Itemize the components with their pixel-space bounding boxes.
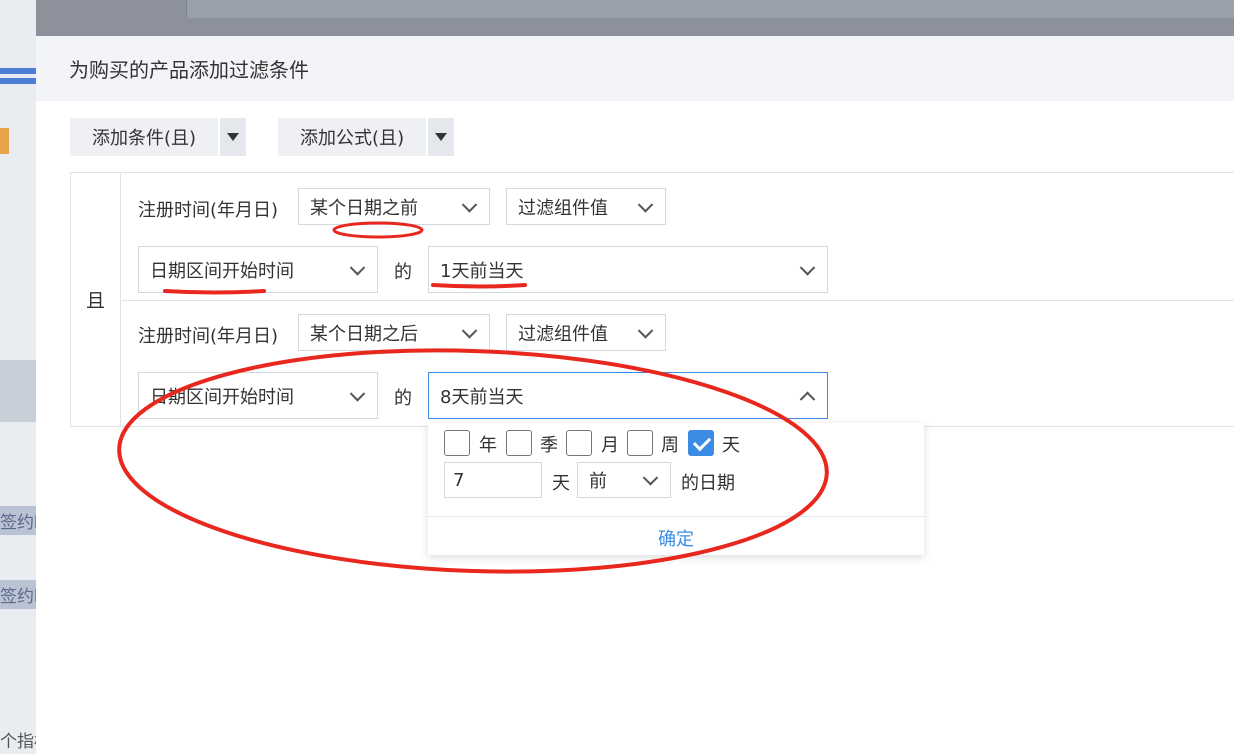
add-formula-button[interactable]: 添加公式(且) [278, 118, 427, 156]
direction-value: 前 [589, 471, 607, 492]
amount-input[interactable] [444, 462, 542, 498]
chevron-down-icon [637, 196, 654, 213]
chevron-down-icon [461, 196, 478, 213]
chevron-down-icon [799, 259, 816, 276]
condition-2-offset-value: 8天前当天 [440, 386, 524, 408]
chevron-down-icon [642, 470, 659, 486]
dialog-toolbar: 添加条件(且) 添加公式(且) [70, 118, 486, 156]
chevron-down-icon [637, 322, 654, 339]
background-top [36, 0, 1234, 36]
unit-week-label: 周 [661, 435, 679, 456]
condition-2-field[interactable]: 注册时间(年月日) [138, 322, 278, 348]
unit-year-checkbox[interactable] [444, 430, 470, 456]
chevron-up-icon [799, 391, 816, 407]
condition-1-of-label: 的 [394, 262, 412, 283]
bg-label: 签约时 [0, 580, 36, 609]
add-formula-split-button: 添加公式(且) [278, 118, 455, 156]
date-suffix-label: 的日期 [681, 473, 735, 494]
bg-row [0, 360, 36, 422]
amount-unit-label: 天 [552, 473, 570, 494]
condition-1-value-type-value: 过滤组件值 [518, 197, 608, 219]
unit-month-label: 月 [601, 435, 619, 456]
chevron-down-icon [349, 385, 366, 402]
bg-label: 签约时 [0, 506, 36, 535]
condition-2-component-value: 日期区间开始时间 [150, 386, 294, 408]
unit-year-label: 年 [479, 435, 497, 456]
popup-divider [428, 516, 924, 517]
unit-quarter-label: 季 [540, 435, 558, 456]
caret-down-icon [227, 133, 240, 141]
chevron-down-icon [349, 259, 366, 276]
unit-week-checkbox[interactable] [627, 430, 653, 456]
bg-chart-icon [0, 128, 9, 154]
bg-label: 个指标 [0, 732, 36, 752]
condition-1-value-type-select[interactable]: 过滤组件值 [506, 188, 666, 225]
caret-down-icon [435, 133, 448, 141]
condition-1-field[interactable]: 注册时间(年月日) [138, 196, 278, 222]
add-condition-button[interactable]: 添加条件(且) [70, 118, 219, 156]
condition-2-value-type-value: 过滤组件值 [518, 323, 608, 345]
dialog-header: 为购买的产品添加过滤条件 [36, 36, 1234, 101]
condition-1-offset-select[interactable]: 1天前当天 [428, 246, 828, 293]
add-formula-dropdown[interactable] [428, 118, 455, 156]
condition-2-of-label: 的 [394, 388, 412, 409]
dialog-title: 为购买的产品添加过滤条件 [69, 58, 309, 82]
condition-2-offset-select[interactable]: 8天前当天 [428, 372, 828, 419]
and-group-label[interactable]: 且 [71, 173, 121, 426]
bg-icon-bar [0, 78, 36, 84]
background-panel: 签约时 签约时 个指标 [0, 0, 36, 754]
direction-select[interactable]: 前 [577, 462, 671, 498]
unit-quarter-checkbox[interactable] [506, 430, 532, 456]
chevron-down-icon [461, 322, 478, 339]
add-condition-split-button: 添加条件(且) [70, 118, 247, 156]
row-divider [122, 300, 1234, 301]
unit-month-checkbox[interactable] [566, 430, 592, 456]
bg-icon-bar [0, 68, 36, 74]
condition-1-component-value: 日期区间开始时间 [150, 260, 294, 282]
unit-day-label: 天 [722, 435, 740, 456]
unit-day-checkbox[interactable] [688, 430, 714, 456]
condition-1-operator-value: 某个日期之前 [310, 197, 418, 219]
condition-2-component-select[interactable]: 日期区间开始时间 [138, 372, 378, 419]
condition-1-component-select[interactable]: 日期区间开始时间 [138, 246, 378, 293]
date-offset-popup: 年 季 月 周 天 天 前 的日期 确定 [428, 423, 924, 555]
condition-2-value-type-select[interactable]: 过滤组件值 [506, 314, 666, 351]
condition-1-offset-value: 1天前当天 [440, 260, 524, 282]
confirm-button[interactable]: 确定 [428, 525, 924, 551]
add-condition-dropdown[interactable] [220, 118, 247, 156]
condition-2-operator-value: 某个日期之后 [310, 323, 418, 345]
condition-1-operator-select[interactable]: 某个日期之前 [298, 188, 490, 225]
condition-2-operator-select[interactable]: 某个日期之后 [298, 314, 490, 351]
